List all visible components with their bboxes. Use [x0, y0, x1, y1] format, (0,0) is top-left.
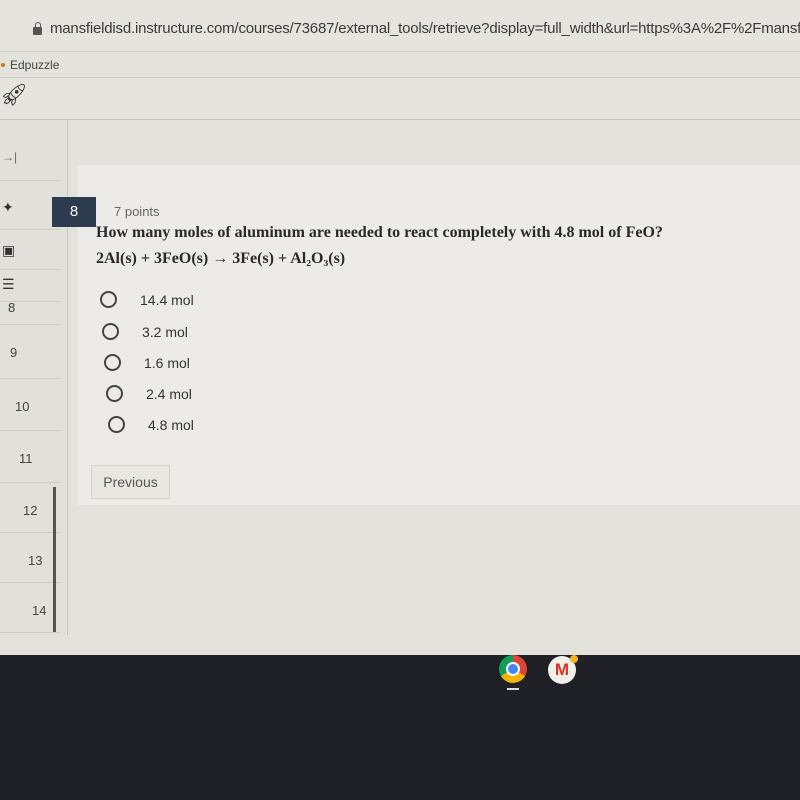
radio-button[interactable]: [106, 385, 123, 402]
sidebar-item-10[interactable]: 10: [0, 379, 60, 431]
bookmark-edpuzzle[interactable]: Edpuzzle: [10, 58, 59, 72]
option-label[interactable]: 3.2 mol: [142, 324, 188, 340]
collapse-arrow-icon[interactable]: →|: [2, 150, 17, 164]
browser-window: mansfieldisd.instructure.com/courses/736…: [0, 0, 800, 655]
sidebar-scrollbar[interactable]: [53, 487, 56, 632]
sidebar-tool-pin[interactable]: ✦: [0, 180, 60, 230]
option-label[interactable]: 14.4 mol: [140, 292, 194, 308]
radio-button[interactable]: [102, 323, 119, 340]
sidebar-item-14[interactable]: 14: [0, 583, 60, 633]
previous-button[interactable]: Previous: [91, 465, 170, 499]
sidebar-item-13[interactable]: 13: [0, 533, 60, 583]
url-text[interactable]: mansfieldisd.instructure.com/courses/736…: [50, 20, 800, 37]
question-text: How many moles of aluminum are needed to…: [96, 224, 663, 241]
lock-icon: [33, 22, 42, 35]
sidebar-item-11[interactable]: 11: [0, 431, 60, 483]
sidebar-item-12[interactable]: 12: [0, 483, 60, 533]
sidebar-tool-notes[interactable]: ☰: [0, 270, 60, 302]
active-app-indicator: [507, 688, 519, 690]
bookmark-favicon-icon: [1, 63, 5, 67]
chrome-icon[interactable]: [499, 655, 527, 683]
option-label[interactable]: 4.8 mol: [148, 417, 194, 433]
radio-button[interactable]: [104, 354, 121, 371]
notification-badge: [570, 655, 578, 663]
address-bar[interactable]: mansfieldisd.instructure.com/courses/736…: [0, 0, 800, 52]
option-label[interactable]: 1.6 mol: [144, 355, 190, 371]
question-equation: 2Al(s) + 3FeO(s) → 3Fe(s) + Al₂O₃(s): [96, 250, 346, 267]
question-number-badge: 8: [52, 197, 96, 227]
radio-button[interactable]: [108, 416, 125, 433]
sidebar-tool-calculator[interactable]: ▣: [0, 230, 60, 270]
sidebar-item-8[interactable]: 8: [0, 300, 60, 325]
calculator-icon: ▣: [2, 242, 16, 258]
app-header: 🚀︎: [0, 78, 800, 120]
sidebar-item-9[interactable]: 9: [0, 325, 60, 379]
bookmarks-bar: Edpuzzle: [0, 52, 800, 78]
taskbar: [0, 655, 800, 800]
pin-icon: ✦: [2, 199, 14, 215]
question-points: 7 points: [114, 204, 160, 219]
option-label[interactable]: 2.4 mol: [146, 386, 192, 402]
rocket-icon[interactable]: 🚀︎: [0, 82, 28, 108]
notes-icon: ☰: [2, 276, 15, 292]
radio-button[interactable]: [100, 291, 117, 308]
